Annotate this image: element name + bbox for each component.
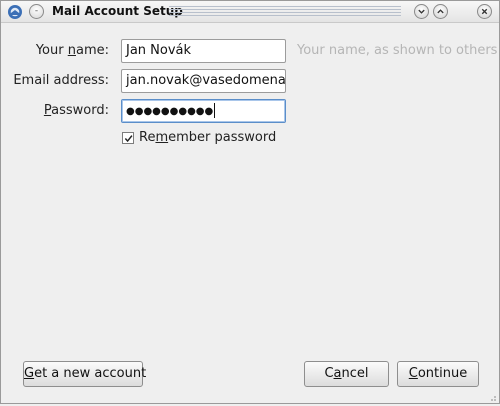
remember-password-checkbox[interactable] [122,132,134,144]
title-bar[interactable]: - Mail Account Setup [1,1,499,23]
thunderbird-icon[interactable] [7,4,23,20]
email-address-label: Email address: [13,73,109,88]
get-new-account-button[interactable]: Get a new account [23,361,147,387]
window-title: Mail Account Setup [52,4,183,18]
password-input[interactable]: ●●●●●●●●●● [121,99,286,123]
label-text: Email address: [13,73,109,88]
mail-account-setup-window: - Mail Account Setup Your name: Jan Nová… [0,0,500,404]
password-mask: ●●●●●●●●●● [126,106,214,117]
label-text: assword: [51,103,109,118]
close-icon[interactable] [477,4,492,19]
label-text: Your [35,43,68,58]
label-accelerator: n [67,43,76,58]
label-text: ame: [75,43,109,58]
email-address-input[interactable]: jan.novak@vasedomena.c [121,69,286,93]
resize-grip-icon[interactable] [487,391,497,401]
title-bar-grip [169,6,401,17]
window-menu-icon[interactable]: - [29,4,44,19]
password-label: Password: [44,103,109,118]
button-label: ncel [341,366,369,381]
label-text: ember password [168,130,277,145]
cancel-button[interactable]: Cancel [304,361,389,387]
remember-password-label[interactable]: Remember password [139,130,276,145]
button-accelerator: C [408,366,418,381]
minimize-icon[interactable] [414,4,429,19]
your-name-label: Your name: [36,43,109,58]
button-label: C [324,366,334,381]
button-label: ontinue [417,366,468,381]
label-text: Re [139,130,156,145]
your-name-hint: Your name, as shown to others [297,43,498,58]
button-accelerator: G [24,366,35,381]
continue-button[interactable]: Continue [397,361,479,387]
text-caret [214,103,216,118]
maximize-icon[interactable] [433,4,448,19]
your-name-input[interactable]: Jan Novák [121,39,286,63]
button-accelerator: a [333,366,342,381]
label-accelerator: m [155,130,169,145]
checkmark-icon [124,134,132,142]
button-label: et a new account [34,366,147,381]
